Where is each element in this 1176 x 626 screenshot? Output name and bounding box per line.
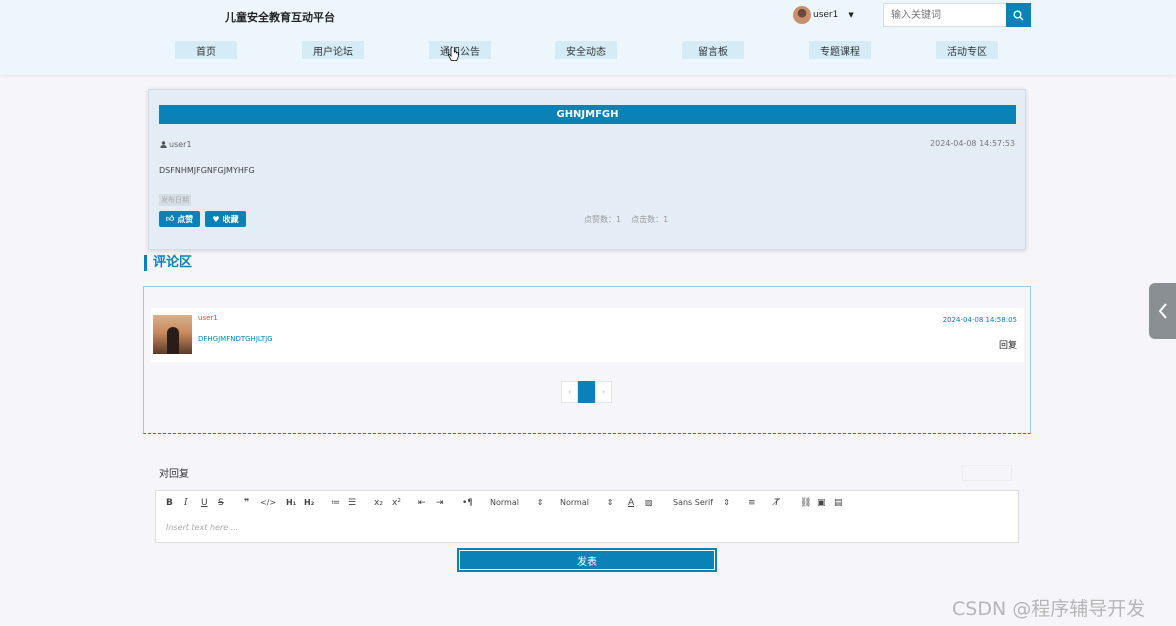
watermark: CSDN @程序辅导开发 (952, 598, 1146, 620)
indent-icon[interactable]: ⇥ (436, 498, 444, 508)
comment-section-heading: 评论区 (144, 255, 192, 271)
pagination: ‹ 1 › (561, 381, 612, 403)
favorite-button-label: 收藏 (222, 214, 239, 224)
side-panel-toggle[interactable] (1149, 283, 1176, 339)
nav-item-safety-news[interactable]: 安全动态 (555, 41, 617, 59)
editor-toolbar: B I U S ❞ </> H₁ H₂ ≔ ☰ x₂ x² ⇤ ⇥ •¶ Nor… (155, 490, 1019, 516)
nav-item-courses[interactable]: 专题课程 (809, 41, 871, 59)
like-button-label: 点赞 (177, 214, 194, 224)
text-direction-icon[interactable]: •¶ (462, 498, 473, 508)
post-author-name: user1 (169, 140, 192, 149)
nav-item-message-board[interactable]: 留言板 (682, 41, 744, 59)
comment-list: user1 DFHGJMFNDTGHJLTJG 2024-04-08 14:58… (143, 286, 1031, 434)
editor-placeholder: Insert text here ... (166, 523, 239, 532)
hand-cursor-icon (448, 47, 459, 61)
comment-avatar (153, 315, 192, 354)
favorite-button[interactable]: ♥ 收藏 (205, 211, 246, 227)
comment-text: DFHGJMFNDTGHJLTJG (198, 335, 273, 343)
comment-item: user1 DFHGJMFNDTGHJLTJG 2024-04-08 14:58… (151, 308, 1024, 362)
nav-item-home[interactable]: 首页 (175, 41, 237, 59)
nav-item-activities[interactable]: 活动专区 (936, 41, 998, 59)
clear-format-icon[interactable]: T̸ (774, 498, 780, 508)
site-title: 儿童安全教育互动平台 (225, 11, 335, 24)
subscript-icon[interactable]: x₂ (374, 498, 383, 508)
code-block-icon[interactable]: </> (260, 498, 276, 507)
submit-button[interactable]: 发表 (457, 548, 717, 572)
heart-icon: ♥ (212, 214, 220, 224)
post-stats: 点赞数：1 点击数：1 (584, 214, 668, 225)
post-author: user1 (160, 140, 192, 149)
underline-icon[interactable]: U (201, 498, 208, 508)
bold-icon[interactable]: B (166, 498, 173, 508)
header2-icon[interactable]: H₂ (304, 498, 314, 507)
post-date: 2024-04-08 14:57:53 (930, 139, 1015, 148)
align-icon[interactable]: ≡ (748, 498, 756, 508)
font-select[interactable]: Sans Serif ⇕ (673, 498, 730, 507)
search-input[interactable] (883, 3, 1007, 27)
video-icon[interactable]: ▤ (834, 498, 843, 508)
pager-prev[interactable]: ‹ (561, 381, 578, 403)
like-button[interactable]: 👍︎ 点赞 (159, 211, 200, 227)
image-icon[interactable]: ▣ (817, 498, 826, 508)
outdent-icon[interactable]: ⇤ (418, 498, 426, 508)
user-menu[interactable]: user1 ▼ (793, 6, 854, 24)
nav-item-forum[interactable]: 用户论坛 (302, 41, 364, 59)
comment-username: user1 (198, 314, 218, 322)
user-icon (160, 141, 167, 148)
reply-editor[interactable]: Insert text here ... (155, 515, 1019, 543)
chevron-left-icon (1158, 303, 1167, 319)
comment-reply-button[interactable]: 回复 (999, 338, 1017, 351)
post-content: DSFNHMJFGNFGJMYHFG (159, 166, 255, 175)
reply-faint-button[interactable] (962, 465, 1012, 481)
header1-icon[interactable]: H₁ (286, 498, 296, 507)
post-title: GHNJMFGH (159, 105, 1016, 124)
chevron-down-icon: ▼ (848, 11, 854, 19)
site-header: 儿童安全教育互动平台 user1 ▼ 首页 用户论坛 通知公告 安全动态 留言板… (0, 0, 1176, 75)
username-label: user1 (813, 10, 839, 20)
font-color-icon[interactable]: A (628, 498, 634, 508)
thumbs-up-icon: 👍︎ (165, 214, 175, 223)
post-card: GHNJMFGH user1 2024-04-08 14:57:53 DSFNH… (148, 89, 1026, 250)
post-tag: 发布日期 (159, 194, 191, 206)
comment-date: 2024-04-08 14:58:05 (942, 316, 1017, 324)
search-button[interactable] (1006, 3, 1031, 27)
background-color-icon[interactable]: ▨ (645, 498, 653, 507)
view-count: 点击数：1 (631, 215, 669, 224)
like-count: 点赞数：1 (584, 215, 622, 224)
header-select[interactable]: Normal ⇕ (490, 498, 543, 507)
main-nav: 首页 用户论坛 通知公告 安全动态 留言板 专题课程 活动专区 (0, 41, 1176, 59)
reply-label: 对回复 (159, 469, 189, 480)
bullet-list-icon[interactable]: ☰ (348, 498, 356, 508)
avatar (793, 6, 811, 24)
pager-page-current[interactable]: 1 (578, 381, 595, 403)
blockquote-icon[interactable]: ❞ (244, 498, 249, 508)
ordered-list-icon[interactable]: ≔ (331, 498, 340, 508)
nav-item-notices[interactable]: 通知公告 (429, 41, 491, 59)
search-icon (1013, 10, 1024, 21)
link-icon[interactable]: ⛓ (800, 498, 811, 508)
pager-next[interactable]: › (595, 381, 612, 403)
superscript-icon[interactable]: x² (392, 498, 401, 508)
size-select[interactable]: Normal ⇕ (560, 498, 613, 507)
strike-icon[interactable]: S (218, 498, 224, 508)
italic-icon[interactable]: I (184, 498, 188, 508)
